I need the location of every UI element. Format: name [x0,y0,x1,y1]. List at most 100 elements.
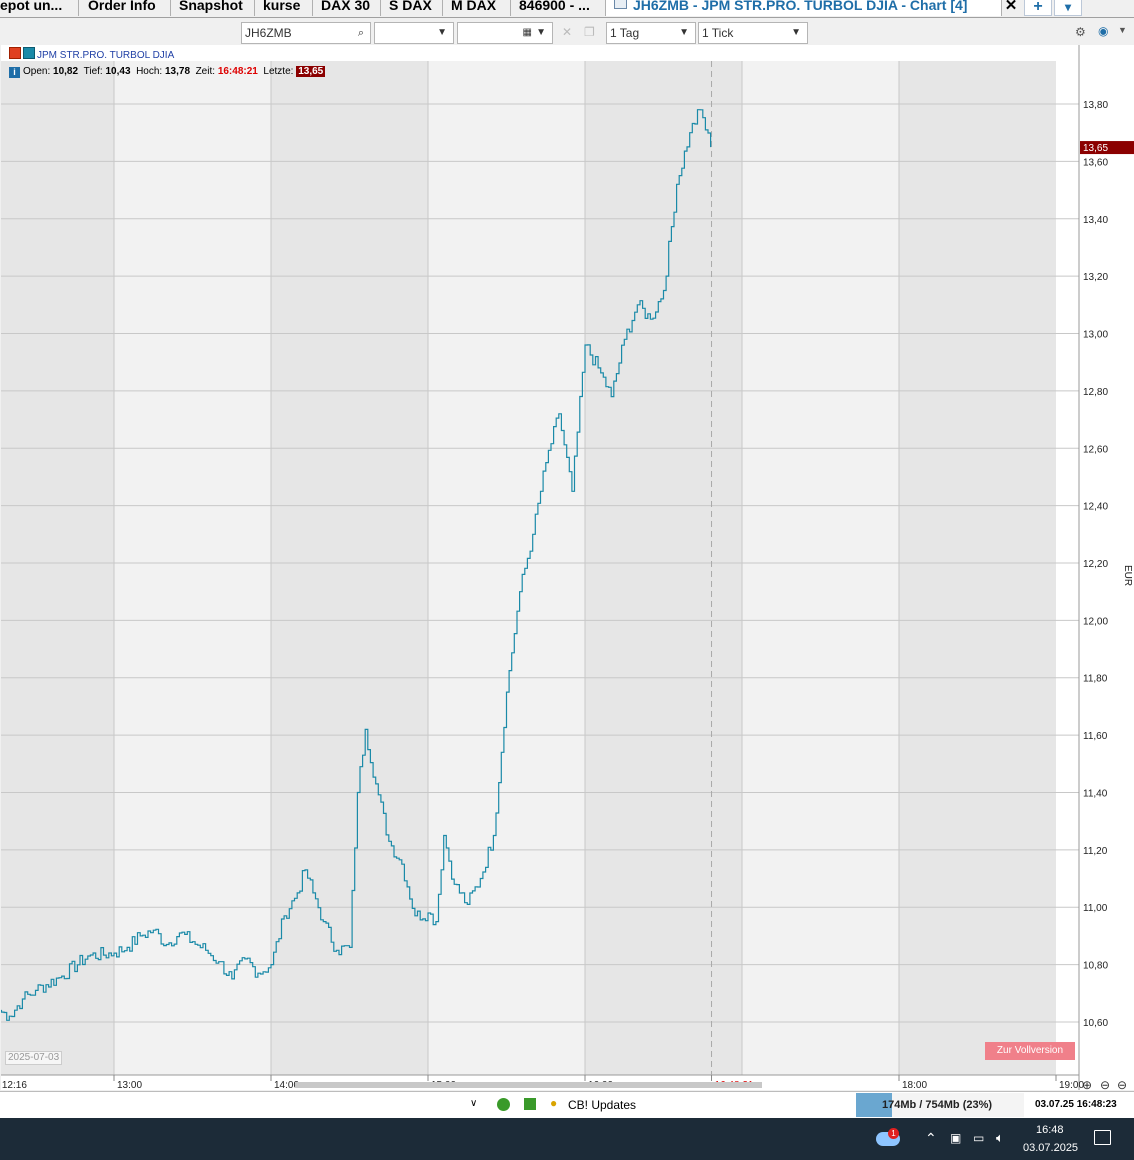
hour-band [114,61,271,1075]
vollversion-button[interactable]: Zur Vollversion [985,1042,1075,1060]
y-tick-label: 10,80 [1083,961,1108,972]
interval-select[interactable]: 1 Tick ▼ [698,22,808,44]
tab-bar: epot un... Order Info Snapshot kurse DAX… [0,0,1134,18]
chart-window-icon [614,0,627,9]
period-select[interactable]: 1 Tag ▼ [606,22,696,44]
chevron-down-icon: ▼ [536,27,546,38]
taskbar-time[interactable]: 16:48 [1036,1124,1064,1136]
remove-series-icon[interactable] [9,47,21,59]
notification-badge: 1 [888,1128,899,1139]
y-tick-label: 13,00 [1083,330,1108,341]
tab-kurse[interactable]: kurse [255,0,313,16]
y-tick-label: 12,80 [1083,387,1108,398]
tab-order-info[interactable]: Order Info [80,0,171,16]
delete-icon[interactable]: ✕ [562,25,572,39]
chevron-down-icon[interactable]: ▼ [1118,25,1127,35]
chevron-down-icon: ▼ [437,27,447,38]
y-tick-label: 11,80 [1083,674,1108,685]
time-value: 16:48:21 [217,66,258,77]
close-tab-icon[interactable]: ✕ [1002,0,1020,15]
chart-settings-icon[interactable]: ⚙ [1075,25,1086,39]
x-tick-label: 12:16 [2,1080,27,1090]
volume-icon[interactable]: 🔈︎ [996,1130,1004,1146]
y-tick-label: 11,00 [1083,903,1108,914]
zoom-reset-icon[interactable]: ⊖ [1117,1078,1127,1092]
chevron-up-icon[interactable]: ⌃ [925,1130,937,1147]
updates-label[interactable]: CB! Updates [568,1098,636,1112]
hour-band [428,61,585,1075]
tab-mdax[interactable]: M DAX [443,0,511,16]
tab-846900[interactable]: 846900 - ... [511,0,606,16]
low-value: 10,43 [105,66,131,77]
eye-icon[interactable]: ◉ [1098,24,1108,38]
hour-band [1,61,114,1075]
date-badge: 2025-07-03 [5,1051,63,1065]
x-tick-label: 18:00 [902,1080,927,1090]
symbol-value: JH6ZMB [245,26,292,40]
tab-sdax[interactable]: S DAX [381,0,443,16]
hour-band [585,61,742,1075]
open-label: Open: [23,66,51,77]
add-tab-button[interactable]: + [1024,0,1052,16]
tab-dax30[interactable]: DAX 30 [313,0,381,16]
zoom-out-icon[interactable]: ⊖ [1100,1078,1110,1092]
status-datetime: 03.07.25 16:48:23 [1035,1099,1117,1110]
zoom-in-icon[interactable]: ⊕ [1082,1078,1092,1092]
price-chart[interactable]: 10,60 10,80 11,00 11,20 11,40 11,60 11,80 12,00… [1,45,1134,1090]
windows-taskbar: 1 ⌃ ▣ ▭ 🔈︎ 16:48 03.07.2025 [0,1118,1134,1160]
interval-value: 1 Tick [702,26,734,40]
tab-chart-active[interactable]: JH6ZMB - JPM STR.PRO. TURBOL DJIA - Char… [606,0,1002,16]
notifications-icon[interactable] [1094,1130,1111,1145]
y-tick-label: 13,40 [1083,215,1108,226]
calendar-icon[interactable]: ▦ [523,23,532,43]
y-tick-label: 11,40 [1083,788,1108,799]
y-tick-label: 13,60 [1083,157,1108,168]
binoculars-icon[interactable]: ⌕ [358,23,364,43]
period-value: 1 Tag [610,26,640,40]
low-label: Tief: [83,66,103,77]
info-icon[interactable]: i [9,67,20,78]
open-value: 10,82 [53,66,79,77]
x-tick-label: 13:00 [117,1080,142,1090]
series-color-icon [23,47,35,59]
y-tick-label: 11,20 [1083,846,1108,857]
camera-icon[interactable]: ▣ [950,1131,961,1145]
network-icon[interactable]: ▭ [973,1131,984,1145]
exchange-select[interactable]: ▼ [374,22,454,44]
feed-status-icon [524,1098,536,1110]
y-tick-label: 12,00 [1083,616,1108,627]
y-tick-label: 13,80 [1083,100,1108,111]
date-select[interactable]: ▦ ▼ [457,22,553,44]
chevron-down-icon: ▼ [791,27,801,38]
hour-band [742,61,899,1075]
horizontal-scrollbar[interactable] [295,1082,762,1088]
y-tick-label: 11,60 [1083,731,1108,742]
copy-icon[interactable]: ❐ [584,25,595,39]
last-price-label: 13,65 [1083,143,1108,154]
chevron-down-icon[interactable]: ∨ [470,1098,477,1109]
connection-status-icon [497,1098,510,1111]
instrument-name: JPM STR.PRO. TURBOL DJIA [37,50,175,61]
time-label: Zeit: [195,66,216,77]
chart-panel[interactable]: 10,60 10,80 11,00 11,20 11,40 11,60 11,80 12,00… [1,45,1134,1090]
y-tick-label: 13,20 [1083,272,1108,283]
last-label: Letzte: [263,66,294,77]
tab-snapshot[interactable]: Snapshot [171,0,255,16]
tab-menu-button[interactable]: ▾ [1054,0,1082,16]
bulb-icon: ● [550,1096,558,1110]
chart-toolbar: JH6ZMB ⌕ ▼ ▦ ▼ ✕ ❐ 1 Tag ▼ 1 Tick ▼ ⚙ ◉ … [0,18,1134,46]
symbol-input[interactable]: JH6ZMB ⌕ [241,22,371,44]
y-axis-title: EUR [1122,565,1133,586]
last-value: 13,65 [296,66,326,77]
x-tick-label: 19:00 [1059,1080,1084,1090]
tab-depot[interactable]: epot un... [0,0,79,16]
status-bar: ∨ ● CB! Updates 174Mb / 754Mb (23%) 03.0… [0,1091,1134,1119]
memory-bar: 174Mb / 754Mb (23%) [856,1093,1024,1117]
taskbar-date[interactable]: 03.07.2025 [1023,1142,1078,1154]
ohlc-info: i Open: 10,82 Tief: 10,43 Hoch: 13,78 Zei… [9,66,326,78]
y-tick-label: 12,60 [1083,444,1108,455]
high-value: 13,78 [164,66,191,77]
tab-chart-label: JH6ZMB - JPM STR.PRO. TURBOL DJIA - Char… [633,0,968,13]
chart-legend: JPM STR.PRO. TURBOL DJIA [9,47,174,61]
hour-band [899,61,1056,1075]
